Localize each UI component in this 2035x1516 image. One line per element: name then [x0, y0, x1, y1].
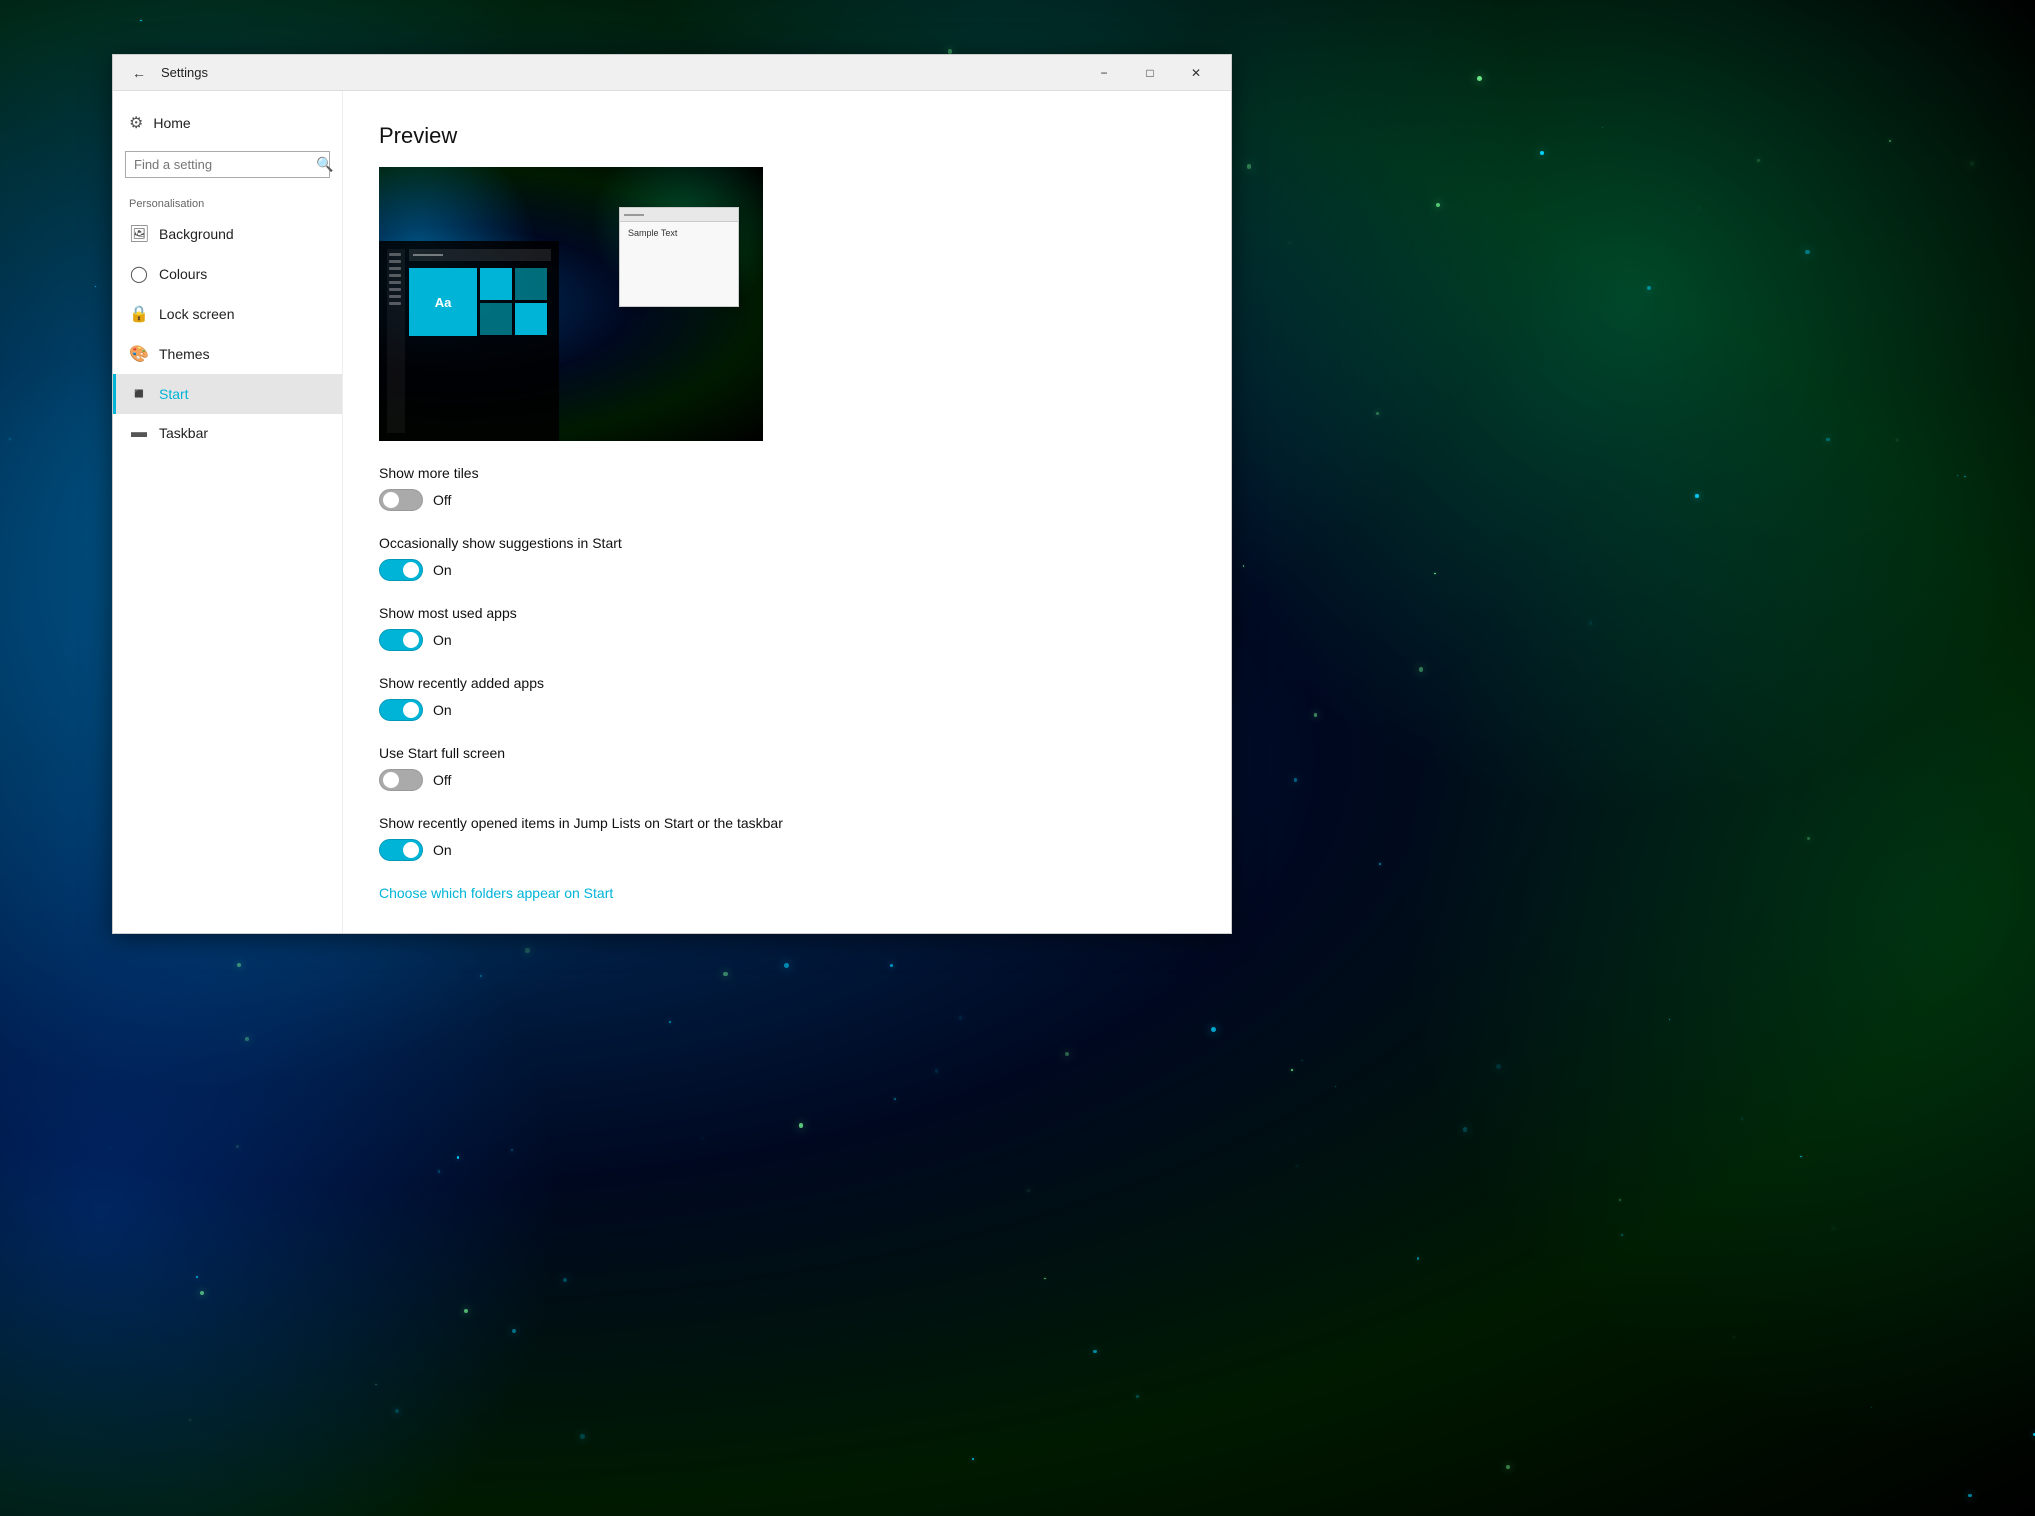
search-input[interactable] [134, 157, 310, 172]
setting-label-jump-lists: Show recently opened items in Jump Lists… [379, 815, 1195, 831]
preview-sidebar-bar [387, 249, 405, 433]
nav-label-background: Background [159, 226, 234, 242]
setting-most-used: Show most used apps On [379, 605, 1195, 651]
setting-suggestions: Occasionally show suggestions in Start O… [379, 535, 1195, 581]
toggle-row-recently-added: On [379, 699, 1195, 721]
setting-label-show-more-tiles: Show more tiles [379, 465, 1195, 481]
toggle-row-suggestions: On [379, 559, 1195, 581]
window-controls: − □ ✕ [1081, 55, 1219, 91]
preview-sidebar-dot [389, 274, 401, 277]
preview-image: Aa [379, 167, 763, 441]
toggle-state-full-screen: Off [433, 772, 451, 788]
background-icon: 🖼 [129, 224, 149, 244]
preview-sidebar-dot [389, 281, 401, 284]
toggle-row-full-screen: Off [379, 769, 1195, 791]
taskbar-icon: ▬ [129, 424, 149, 442]
preview-sidebar-dot [389, 260, 401, 263]
toggle-knob-most-used [403, 632, 419, 648]
preview-sidebar-dot [389, 288, 401, 291]
setting-full-screen: Use Start full screen Off [379, 745, 1195, 791]
preview-sidebar-dot [389, 267, 401, 270]
preview-heading: Preview [379, 123, 1195, 149]
toggle-most-used[interactable] [379, 629, 423, 651]
preview-sidebar-dot [389, 302, 401, 305]
preview-tile-med2 [515, 268, 547, 300]
window-title: Settings [161, 65, 1081, 80]
close-button[interactable]: ✕ [1173, 55, 1219, 91]
start-icon: ◾ [129, 384, 149, 404]
preview-tile-row: Aa [409, 268, 551, 336]
toggle-state-suggestions: On [433, 562, 452, 578]
toggle-state-jump-lists: On [433, 842, 452, 858]
preview-sidebar-dot [389, 295, 401, 298]
home-label: Home [153, 115, 190, 131]
toggle-knob-full-screen [383, 772, 399, 788]
nav-label-themes: Themes [159, 346, 210, 362]
preview-dialog: Sample Text [619, 207, 739, 307]
setting-show-more-tiles: Show more tiles Off [379, 465, 1195, 511]
toggle-state-show-more-tiles: Off [433, 492, 451, 508]
maximize-button[interactable]: □ [1127, 55, 1173, 91]
toggle-full-screen[interactable] [379, 769, 423, 791]
lock-screen-icon: 🔒 [129, 304, 149, 324]
home-icon: ⚙ [129, 113, 143, 133]
toggle-row-jump-lists: On [379, 839, 1195, 861]
toggle-state-most-used: On [433, 632, 452, 648]
setting-label-suggestions: Occasionally show suggestions in Start [379, 535, 1195, 551]
toggle-knob-recently-added [403, 702, 419, 718]
preview-tile-med4 [515, 303, 547, 335]
sidebar-item-background[interactable]: 🖼 Background [113, 214, 342, 254]
setting-jump-lists: Show recently opened items in Jump Lists… [379, 815, 1195, 861]
colours-icon: ◯ [129, 264, 149, 284]
sidebar-item-colours[interactable]: ◯ Colours [113, 254, 342, 294]
folders-link[interactable]: Choose which folders appear on Start [379, 885, 613, 901]
setting-label-full-screen: Use Start full screen [379, 745, 1195, 761]
preview-start-menu: Aa [379, 241, 559, 441]
setting-label-most-used: Show most used apps [379, 605, 1195, 621]
themes-icon: 🎨 [129, 344, 149, 364]
toggle-knob-suggestions [403, 562, 419, 578]
preview-dialog-text: Sample Text [620, 222, 738, 244]
settings-window: ← Settings − □ ✕ ⚙ Home 🔍 Personalisatio… [112, 54, 1232, 934]
search-icon: 🔍 [316, 156, 333, 173]
toggle-knob-show-more-tiles [383, 492, 399, 508]
main-container: ⚙ Home 🔍 Personalisation 🖼 Background ◯ … [113, 91, 1231, 933]
nav-label-taskbar: Taskbar [159, 425, 208, 441]
folders-link-container: Choose which folders appear on Start [379, 885, 1195, 903]
preview-tile-med3 [480, 303, 512, 335]
preview-tile-med1 [480, 268, 512, 300]
setting-recently-added: Show recently added apps On [379, 675, 1195, 721]
sidebar-item-taskbar[interactable]: ▬ Taskbar [113, 414, 342, 452]
toggle-jump-lists[interactable] [379, 839, 423, 861]
back-button[interactable]: ← [125, 59, 153, 87]
toggle-suggestions[interactable] [379, 559, 423, 581]
nav-label-lock-screen: Lock screen [159, 306, 234, 322]
sidebar-item-start[interactable]: ◾ Start [113, 374, 342, 414]
toggle-knob-jump-lists [403, 842, 419, 858]
section-label: Personalisation [113, 190, 342, 214]
toggle-show-more-tiles[interactable] [379, 489, 423, 511]
content-area: Preview [343, 91, 1231, 933]
preview-dialog-bar [620, 208, 738, 222]
titlebar: ← Settings − □ ✕ [113, 55, 1231, 91]
preview-sidebar-dot [389, 253, 401, 256]
minimize-button[interactable]: − [1081, 55, 1127, 91]
toggle-row-most-used: On [379, 629, 1195, 651]
preview-tile-aa: Aa [409, 268, 477, 336]
search-box[interactable]: 🔍 [125, 151, 330, 178]
sidebar-item-home[interactable]: ⚙ Home [113, 103, 342, 143]
nav-label-colours: Colours [159, 266, 207, 282]
toggle-recently-added[interactable] [379, 699, 423, 721]
sidebar-item-themes[interactable]: 🎨 Themes [113, 334, 342, 374]
sidebar-item-lock-screen[interactable]: 🔒 Lock screen [113, 294, 342, 334]
nav-label-start: Start [159, 386, 189, 402]
setting-label-recently-added: Show recently added apps [379, 675, 1195, 691]
sidebar: ⚙ Home 🔍 Personalisation 🖼 Background ◯ … [113, 91, 343, 933]
preview-tiles-area: Aa [409, 249, 551, 336]
toggle-row-show-more-tiles: Off [379, 489, 1195, 511]
toggle-state-recently-added: On [433, 702, 452, 718]
preview-dialog-line [624, 214, 644, 216]
